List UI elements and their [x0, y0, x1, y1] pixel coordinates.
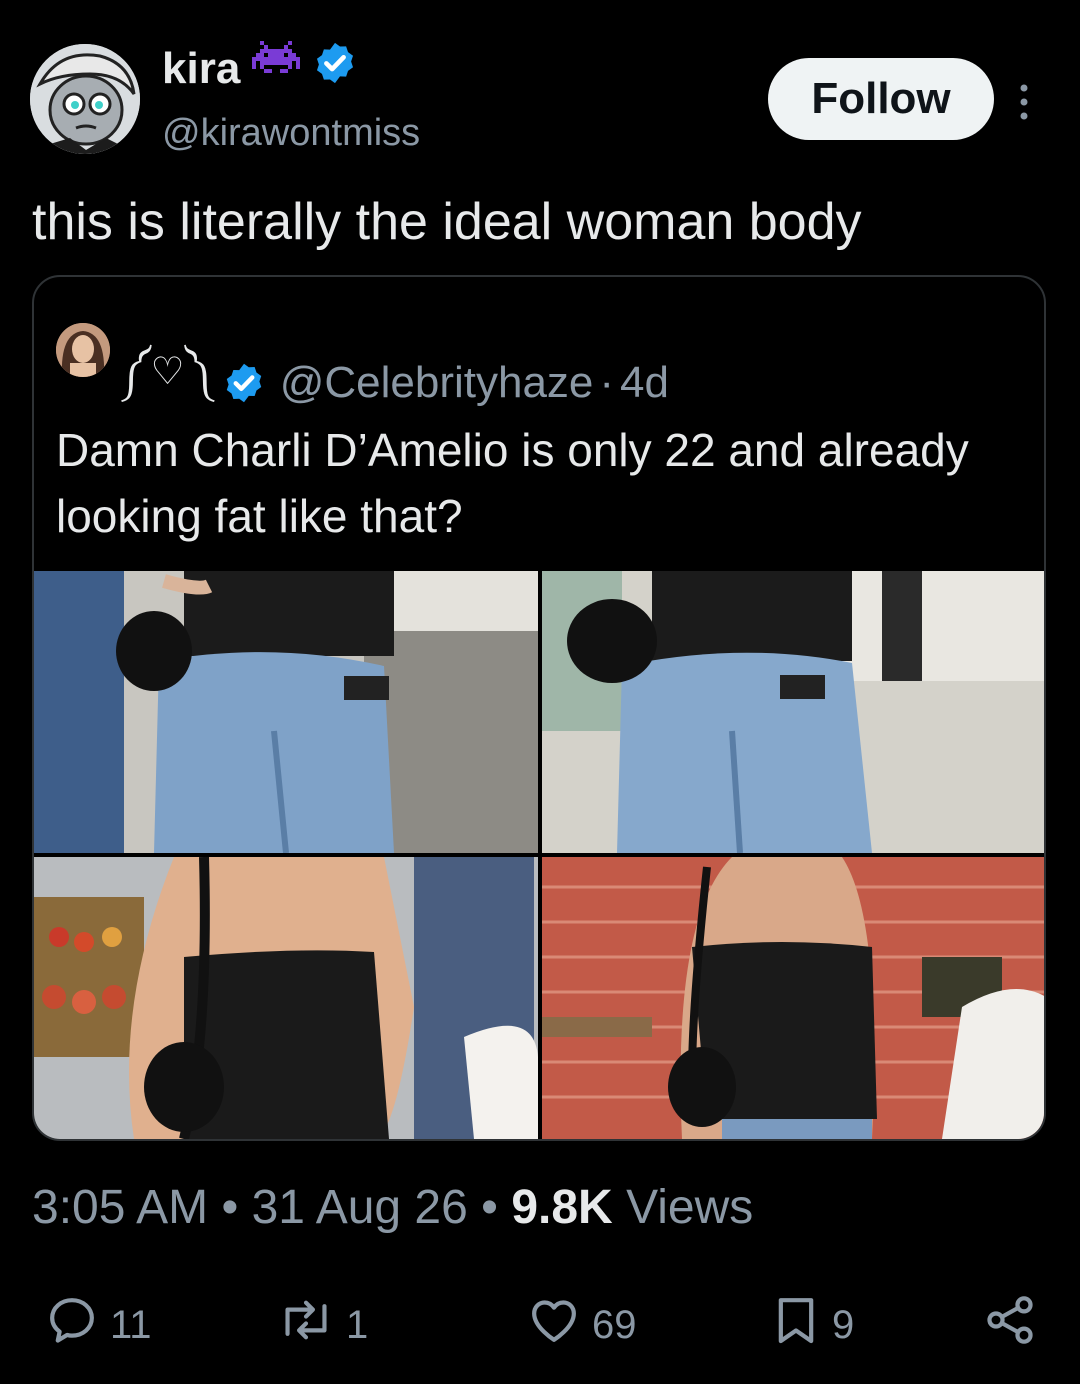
reply-button[interactable]: 11	[44, 1292, 152, 1358]
author-avatar[interactable]	[30, 44, 140, 154]
reply-count: 11	[110, 1302, 152, 1347]
share-icon	[982, 1292, 1038, 1358]
like-button[interactable]: 69	[526, 1292, 637, 1358]
meta-separator: •	[221, 1181, 239, 1234]
media-photo[interactable]	[542, 857, 1044, 1139]
share-button[interactable]	[982, 1292, 1038, 1358]
heart-icon	[526, 1292, 582, 1358]
media-photo[interactable]	[34, 857, 538, 1139]
tweet-text: this is literally the ideal woman body	[32, 193, 862, 251]
bookmark-count: 9	[832, 1302, 855, 1347]
bookmark-button[interactable]: 9	[770, 1292, 854, 1358]
repost-icon	[276, 1292, 336, 1358]
author-name-row[interactable]: kira	[162, 40, 358, 97]
tweet-meta: 3:05 AM • 31 Aug 26 • 9.8K Views	[32, 1180, 753, 1235]
reply-icon	[44, 1292, 100, 1358]
alien-emoji-icon	[252, 41, 301, 96]
repost-button[interactable]: 1	[276, 1292, 368, 1358]
quoted-text: Damn Charli D’Amelio is only 22 and alre…	[56, 424, 969, 542]
meta-separator: •	[481, 1181, 498, 1234]
repost-count: 1	[346, 1302, 369, 1347]
media-grid	[34, 571, 1044, 1139]
follow-button[interactable]: Follow	[768, 58, 994, 140]
media-photo[interactable]	[542, 571, 1044, 853]
more-options-icon[interactable]	[1014, 82, 1034, 122]
author-name[interactable]: kira	[162, 44, 240, 94]
quoted-tweet[interactable]: ༼♡༽ @Celebrityhaze · 4d Damn Charli D’Am…	[32, 275, 1046, 1141]
tweet-date[interactable]: 31 Aug 26	[252, 1181, 468, 1234]
verified-badge-icon	[312, 40, 358, 97]
quoted-age[interactable]: 4d	[620, 358, 669, 408]
views-label: Views	[626, 1181, 754, 1234]
bookmark-icon	[770, 1292, 822, 1358]
like-count: 69	[592, 1302, 637, 1347]
verified-badge-icon	[222, 361, 266, 405]
separator-dot: ·	[599, 357, 615, 407]
media-photo[interactable]	[34, 571, 538, 853]
views-count: 9.8K	[511, 1181, 613, 1234]
author-handle[interactable]: @kirawontmiss	[162, 112, 420, 155]
quoted-handle[interactable]: @Celebrityhaze	[280, 358, 594, 408]
quoted-author-avatar[interactable]	[56, 323, 110, 377]
tweet-time[interactable]: 3:05 AM	[32, 1181, 208, 1234]
